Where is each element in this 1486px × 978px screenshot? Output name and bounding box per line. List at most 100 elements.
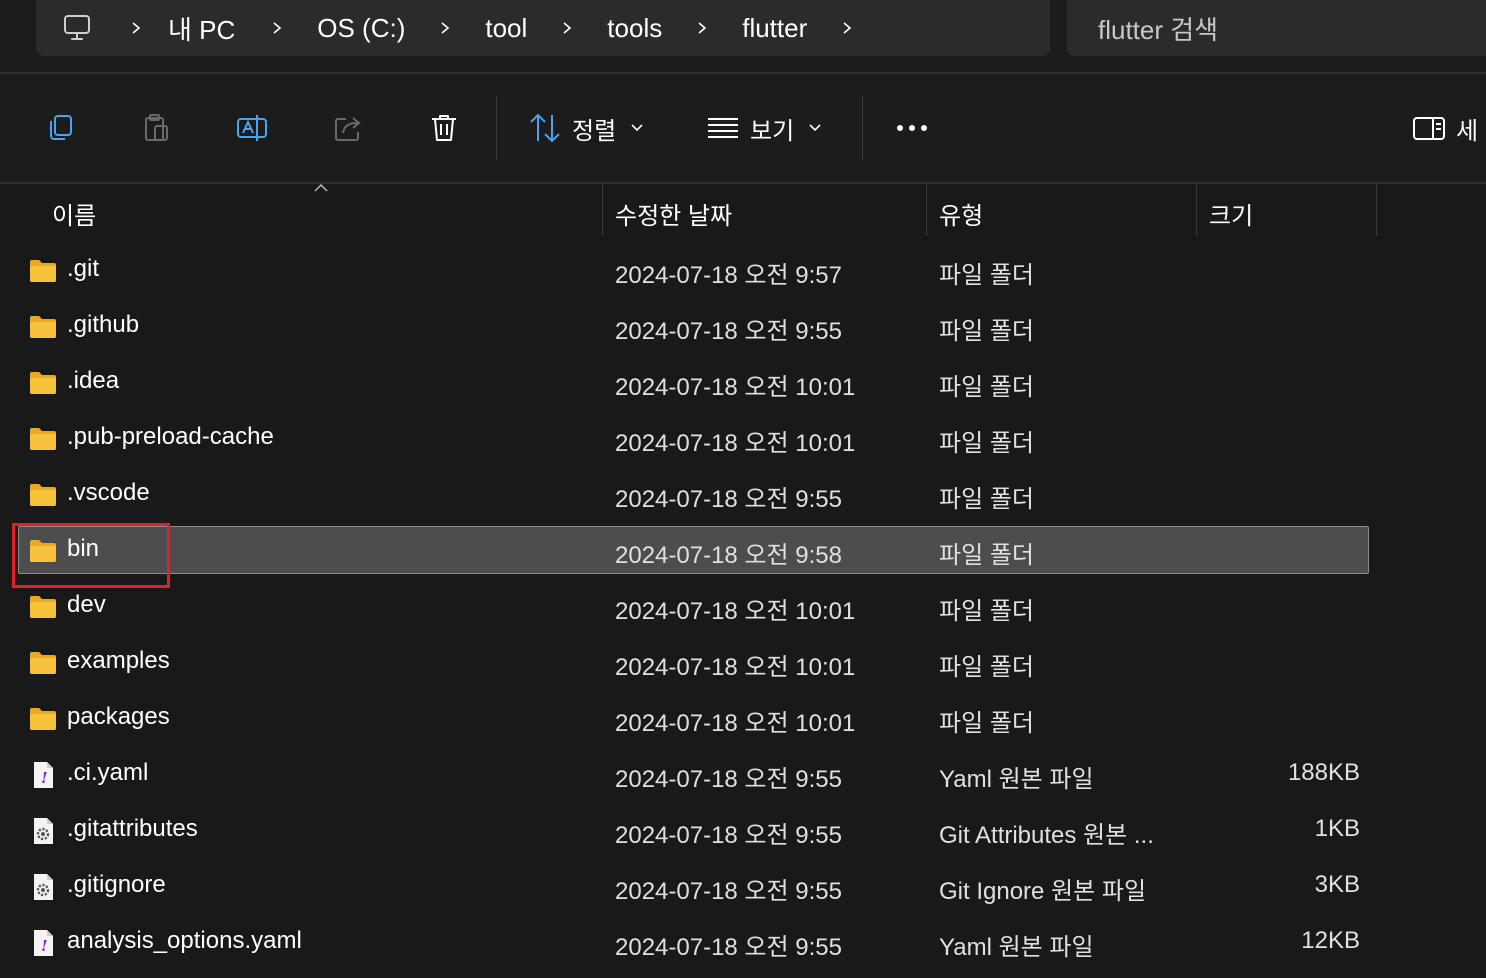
settings-file-icon [28, 872, 58, 902]
column-resize-handle[interactable] [926, 184, 927, 236]
file-modified-date: 2024-07-18 오전 9:55 [615, 822, 842, 849]
copy-button[interactable] [42, 110, 78, 146]
file-type: 파일 폴더 [939, 710, 1034, 737]
copy-icon [50, 115, 72, 140]
view-button[interactable]: 보기 [706, 108, 822, 148]
file-modified-date: 2024-07-18 오전 10:01 [615, 710, 856, 737]
file-modified-date: 2024-07-18 오전 9:55 [615, 934, 842, 961]
file-name[interactable]: dev [67, 591, 106, 619]
search-input[interactable]: flutter 검색 [1067, 0, 1486, 56]
file-type: 파일 폴더 [939, 262, 1034, 289]
details-label: 세 [1456, 117, 1479, 145]
file-modified-date: 2024-07-18 오전 9:57 [615, 262, 842, 289]
breadcrumb-flutter[interactable]: flutter [742, 13, 807, 44]
file-row[interactable]: .pub-preload-cache 2024-07-18 오전 10:01 파일 … [0, 414, 1486, 470]
chevron-right-icon[interactable] [126, 18, 146, 38]
toolbar-separator [862, 96, 863, 160]
file-name[interactable]: .gitattributes [67, 815, 198, 843]
share-button[interactable] [330, 110, 366, 146]
column-resize-handle[interactable] [1376, 184, 1377, 236]
share-icon [335, 117, 361, 141]
folder-icon [28, 480, 58, 510]
breadcrumb-my-pc[interactable]: 내 PC [168, 10, 235, 47]
file-modified-date: 2024-07-18 오전 10:01 [615, 374, 856, 401]
column-header-size[interactable]: 크기 [1209, 196, 1253, 231]
file-modified-date: 2024-07-18 오전 9:55 [615, 766, 842, 793]
file-row[interactable]: dev 2024-07-18 오전 10:01 파일 폴더 [0, 582, 1486, 638]
file-row[interactable]: examples 2024-07-18 오전 10:01 파일 폴더 [0, 638, 1486, 694]
folder-icon [28, 312, 58, 342]
file-type: Git Attributes 원본 ... [939, 822, 1154, 849]
file-name[interactable]: .pub-preload-cache [67, 423, 274, 451]
chevron-right-icon[interactable] [267, 18, 287, 38]
file-list: 이름 수정한 날짜 유형 크기 .git 2024-07-18 오전 9:57 파일… [0, 184, 1486, 978]
column-header-date[interactable]: 수정한 날짜 [615, 196, 732, 231]
file-row[interactable]: .gitattributes 2024-07-18 오전 9:55 Git Attr… [0, 806, 1486, 862]
file-row[interactable]: .vscode 2024-07-18 오전 9:55 파일 폴더 [0, 470, 1486, 526]
sort-ascending-icon [314, 184, 328, 192]
rename-button[interactable] [234, 110, 270, 146]
breadcrumb-tool[interactable]: tool [485, 13, 527, 44]
sort-label: 정렬 [572, 117, 617, 145]
column-resize-handle[interactable] [1196, 184, 1197, 236]
file-name[interactable]: .git [67, 255, 99, 283]
column-resize-handle[interactable] [602, 184, 603, 236]
file-row[interactable]: ! .ci.yaml 2024-07-18 오전 9:55 Yaml 원본 파일 188… [0, 750, 1486, 806]
chevron-down-icon [809, 124, 821, 132]
chevron-right-icon[interactable] [557, 18, 577, 38]
file-type: 파일 폴더 [939, 430, 1034, 457]
folder-icon [28, 592, 58, 622]
svg-text:!: ! [41, 769, 48, 787]
breadcrumb-os-c[interactable]: OS (C:) [317, 13, 405, 44]
trash-icon [432, 115, 456, 141]
file-name[interactable]: .github [67, 311, 139, 339]
chevron-right-icon[interactable] [435, 18, 455, 38]
file-name[interactable]: bin [67, 535, 99, 563]
file-name[interactable]: .ci.yaml [67, 759, 148, 787]
folder-icon [28, 424, 58, 454]
file-type: 파일 폴더 [939, 542, 1034, 569]
file-type: 파일 폴더 [939, 318, 1034, 345]
file-type: 파일 폴더 [939, 598, 1034, 625]
file-name[interactable]: .idea [67, 367, 119, 395]
file-name[interactable]: analysis_options.yaml [67, 927, 302, 955]
file-row[interactable]: packages 2024-07-18 오전 10:01 파일 폴더 [0, 694, 1486, 750]
folder-icon [28, 704, 58, 734]
address-bar[interactable]: 내 PC OS (C:) tool tools flutter [36, 0, 1050, 56]
column-header-type[interactable]: 유형 [939, 196, 983, 231]
breadcrumb-tools[interactable]: tools [607, 13, 662, 44]
file-row[interactable]: .gitignore 2024-07-18 오전 9:55 Git Ignore 원… [0, 862, 1486, 918]
file-modified-date: 2024-07-18 오전 9:55 [615, 878, 842, 905]
chevron-right-icon[interactable] [692, 18, 712, 38]
clipboard-icon [145, 114, 168, 141]
file-type: Yaml 원본 파일 [939, 934, 1094, 961]
chevron-down-icon [631, 124, 643, 132]
file-name[interactable]: examples [67, 647, 170, 675]
file-row[interactable]: .github 2024-07-18 오전 9:55 파일 폴더 [0, 302, 1486, 358]
yaml-file-icon: ! [28, 928, 58, 958]
file-size: 1KB [1314, 815, 1360, 842]
folder-icon [28, 536, 58, 566]
folder-icon [28, 256, 58, 286]
delete-button[interactable] [426, 110, 462, 146]
rename-icon [237, 115, 267, 141]
list-view-icon [708, 118, 738, 138]
file-name[interactable]: .vscode [67, 479, 150, 507]
more-options-button[interactable] [894, 110, 930, 146]
column-header-row: 이름 수정한 날짜 유형 크기 [0, 184, 1486, 236]
column-header-name[interactable]: 이름 [52, 196, 96, 231]
file-row[interactable]: .git 2024-07-18 오전 9:57 파일 폴더 [0, 246, 1486, 302]
file-name[interactable]: .gitignore [67, 871, 166, 899]
sort-button[interactable]: 정렬 [528, 108, 644, 148]
file-row[interactable]: .idea 2024-07-18 오전 10:01 파일 폴더 [0, 358, 1486, 414]
file-row[interactable]: ! analysis_options.yaml 2024-07-18 오전 9:55… [0, 918, 1486, 974]
chevron-right-icon[interactable] [837, 18, 857, 38]
file-name[interactable]: packages [67, 703, 170, 731]
paste-button[interactable] [138, 110, 174, 146]
file-row[interactable]: bin 2024-07-18 오전 9:58 파일 폴더 [0, 526, 1486, 582]
computer-icon[interactable] [62, 13, 92, 43]
file-modified-date: 2024-07-18 오전 9:58 [615, 542, 842, 569]
details-pane-button[interactable]: 세 [1412, 108, 1478, 148]
search-placeholder: flutter 검색 [1098, 14, 1219, 45]
svg-text:!: ! [41, 937, 48, 955]
